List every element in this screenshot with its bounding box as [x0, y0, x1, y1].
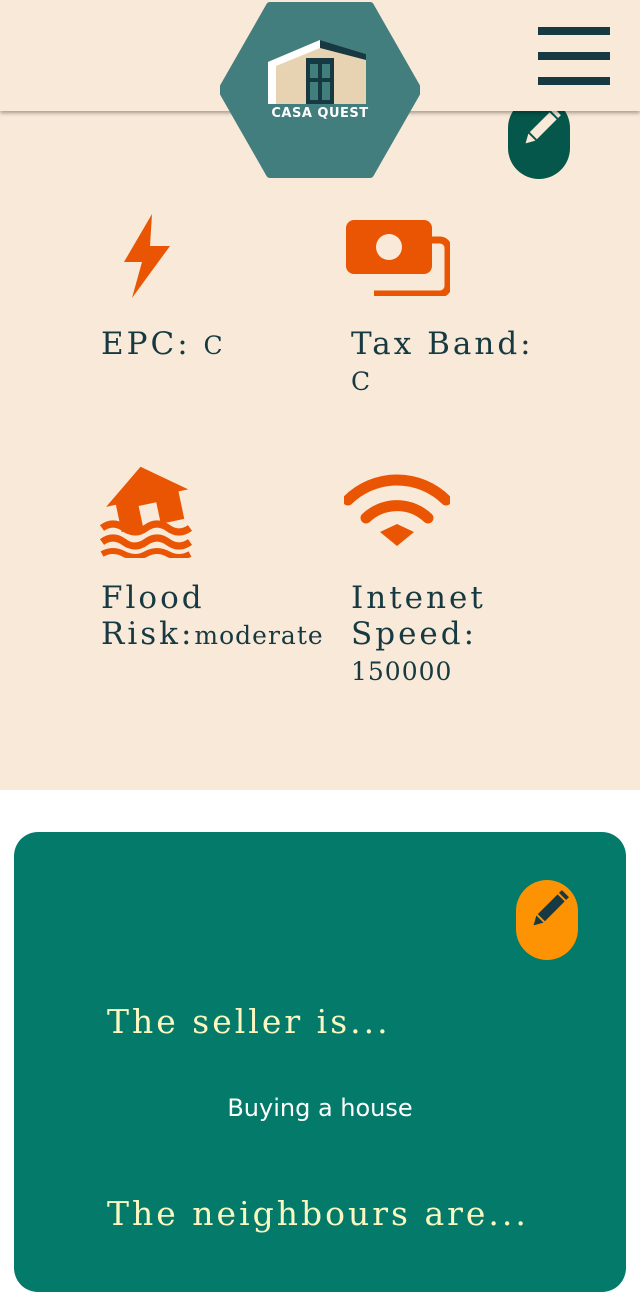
epc-label: EPC: C — [101, 326, 224, 362]
wifi-icon — [344, 474, 450, 546]
logo-text: CASA QUEST — [271, 106, 369, 121]
seller-card: The seller is... Buying a house The neig… — [14, 832, 626, 1292]
edit-seller-button[interactable] — [516, 880, 578, 960]
money-bills-icon — [346, 220, 450, 296]
seller-heading: The seller is... — [107, 1002, 391, 1041]
logo-hexagon-icon — [220, 2, 420, 178]
menu-bar-bottom — [538, 77, 610, 85]
seller-description: Buying a house — [227, 1094, 413, 1122]
pencil-icon — [533, 890, 569, 926]
flooded-house-icon — [100, 466, 193, 558]
internet-speed-label: Intenet Speed: 150000 — [351, 580, 486, 686]
menu-bar-middle — [538, 52, 610, 60]
flood-risk-label: Flood Risk:moderate — [101, 580, 324, 652]
tax-band-label: Tax Band: C — [351, 326, 534, 396]
hamburger-menu-icon[interactable] — [538, 27, 610, 85]
menu-bar-top — [538, 27, 610, 35]
neighbours-heading: The neighbours are... — [107, 1194, 529, 1233]
casa-quest-logo[interactable]: CASA QUEST — [220, 0, 420, 180]
lightning-bolt-icon — [124, 214, 170, 298]
